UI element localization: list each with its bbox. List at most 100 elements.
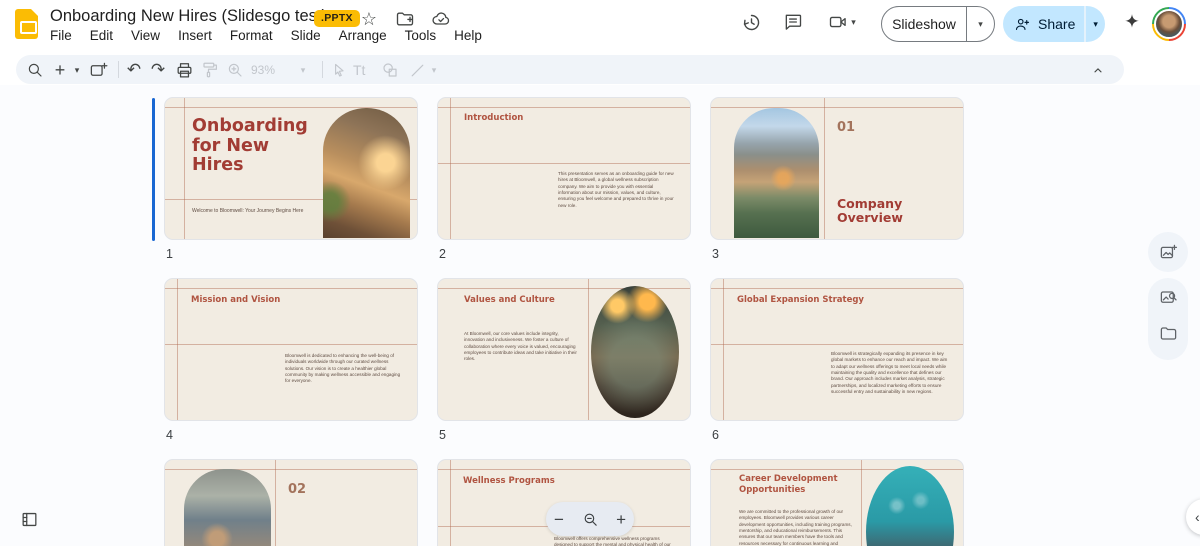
slide-rule-line: [711, 107, 963, 108]
chevron-left-icon: ‹: [1195, 509, 1200, 525]
slideshow-caret-icon[interactable]: ▾: [967, 20, 994, 29]
share-caret-icon[interactable]: ▾: [1086, 20, 1105, 29]
zoom-reset-button[interactable]: [582, 511, 599, 528]
menu-slide[interactable]: Slide: [282, 26, 330, 45]
slide-rule-line: [723, 279, 724, 420]
office-photo-arch: [323, 108, 410, 238]
slide-rule-line: [438, 288, 690, 289]
insert-image-icon[interactable]: [1155, 239, 1181, 265]
zoom-in-button[interactable]: +: [616, 511, 626, 528]
zoom-in-icon: [222, 57, 248, 83]
slide-body-text: This presentation serves as an onboardin…: [558, 171, 676, 209]
slide-rule-line: [711, 344, 963, 345]
slide-thumbnail-7[interactable]: 02: [164, 459, 418, 546]
menu-edit[interactable]: Edit: [81, 26, 122, 45]
slide-title: Values and Culture: [464, 295, 555, 305]
workshop-photo-oval: [866, 466, 954, 546]
slide-rule-line: [861, 460, 862, 546]
slide-rule-line: [438, 469, 690, 470]
menu-arrange[interactable]: Arrange: [330, 26, 396, 45]
slides-logo-icon[interactable]: [15, 9, 38, 39]
new-slide-plus-button[interactable]: +: [48, 57, 72, 83]
redo-icon[interactable]: ↷: [145, 57, 171, 83]
slide-rule-line: [184, 98, 185, 239]
slide-rule-line: [824, 98, 825, 239]
menu-format[interactable]: Format: [221, 26, 282, 45]
slide-number-label: 5: [439, 428, 446, 442]
paint-format-icon: [197, 57, 223, 83]
collapse-toolbar-chevron-icon[interactable]: [1085, 57, 1111, 83]
meet-camera-button[interactable]: ▾: [822, 8, 862, 36]
slide-title: Introduction: [464, 113, 523, 123]
toolbar-separator: [118, 61, 119, 78]
menu-help[interactable]: Help: [445, 26, 491, 45]
zoom-out-button[interactable]: −: [554, 511, 564, 528]
undo-glyph: ↶: [127, 60, 141, 80]
slide-title: Career Development Opportunities: [739, 474, 849, 495]
slide-title: Global Expansion Strategy: [737, 295, 864, 305]
pptx-badge[interactable]: .PPTX: [314, 10, 360, 27]
add-slide-frame-icon[interactable]: [85, 57, 111, 83]
menubar: File Edit View Insert Format Slide Arran…: [41, 26, 491, 45]
menu-insert[interactable]: Insert: [169, 26, 221, 45]
slide-rule-line: [438, 163, 690, 164]
menu-file[interactable]: File: [41, 26, 81, 45]
caret-glyph: ▾: [432, 66, 437, 75]
slide-number-label: 3: [712, 247, 719, 261]
slide-thumbnail-6[interactable]: Global Expansion Strategy Bloomwell is s…: [710, 278, 964, 421]
rail-tools-pill: [1148, 278, 1188, 360]
show-filmstrip-toggle[interactable]: [14, 504, 44, 534]
camera-caret-icon: ▾: [851, 18, 856, 27]
slide-rule-line: [165, 107, 417, 108]
slide-number-label: 4: [166, 428, 173, 442]
slide-thumbnail-4[interactable]: Mission and Vision Bloomwell is dedicate…: [164, 278, 418, 421]
slide-body-text: Bloomwell is dedicated to enhancing the …: [285, 353, 403, 385]
slide-rule-line: [438, 107, 690, 108]
slide-rule-line: [165, 344, 417, 345]
slide-title: Onboarding for New Hires: [192, 117, 317, 176]
grid-zoom-controls: − +: [546, 502, 634, 536]
shapes-tool-icon: [377, 57, 403, 83]
google-slides-app: Onboarding New Hires (Slidesgo test) .PP…: [0, 0, 1200, 546]
menu-tools[interactable]: Tools: [396, 26, 446, 45]
plus-glyph: +: [55, 60, 66, 81]
person-add-icon: [1014, 16, 1031, 33]
menu-view[interactable]: View: [122, 26, 169, 45]
gemini-sparkle-icon[interactable]: [1118, 8, 1146, 36]
zoom-level-value: 93%: [251, 63, 275, 77]
slide-subtitle: Welcome to Bloomwell: Your Journey Begin…: [192, 208, 304, 215]
print-icon[interactable]: [171, 57, 197, 83]
slide-thumbnail-1[interactable]: Onboarding for New Hires Welcome to Bloo…: [164, 97, 418, 240]
slide-rule-line: [165, 288, 417, 289]
avatar-photo: [1154, 9, 1184, 39]
section-number: 01: [837, 120, 855, 135]
caret-glyph: ▾: [75, 66, 80, 75]
slide-number-label: 1: [166, 247, 173, 261]
slide-rule-line: [588, 279, 589, 420]
line-tool-caret-icon: ▾: [427, 57, 441, 83]
image-search-icon[interactable]: [1155, 284, 1181, 310]
open-side-panel-button[interactable]: ‹: [1186, 499, 1200, 535]
slide-body-text: At Bloomwell, our core values include in…: [464, 331, 579, 363]
slide-thumbnail-3[interactable]: 01 Company Overview: [710, 97, 964, 240]
slide-thumbnail-2[interactable]: Introduction This presentation serves as…: [437, 97, 691, 240]
slide-thumbnail-9[interactable]: Career Development Opportunities We are …: [710, 459, 964, 546]
toolbar-separator: [322, 61, 323, 78]
zoom-caret-icon: ▾: [296, 57, 310, 83]
slide-number-label: 6: [712, 428, 719, 442]
slideshow-split-button: Slideshow ▾: [881, 6, 995, 42]
team-photo-oval: [591, 286, 679, 418]
document-title[interactable]: Onboarding New Hires (Slidesgo test): [50, 7, 327, 26]
version-history-icon[interactable]: [737, 8, 765, 36]
slide-thumbnail-5[interactable]: Values and Culture At Bloomwell, our cor…: [437, 278, 691, 421]
slideshow-button[interactable]: Slideshow: [882, 16, 966, 32]
toolbar-search-icon[interactable]: [22, 57, 48, 83]
slide-rule-line: [450, 98, 451, 239]
folder-icon[interactable]: [1155, 320, 1181, 346]
comments-icon[interactable]: [779, 8, 807, 36]
undo-icon[interactable]: ↶: [121, 57, 147, 83]
slide-rule-line: [177, 279, 178, 420]
share-button[interactable]: Share: [1038, 16, 1075, 32]
account-avatar[interactable]: [1152, 7, 1186, 41]
new-slide-caret-icon[interactable]: ▾: [70, 57, 84, 83]
